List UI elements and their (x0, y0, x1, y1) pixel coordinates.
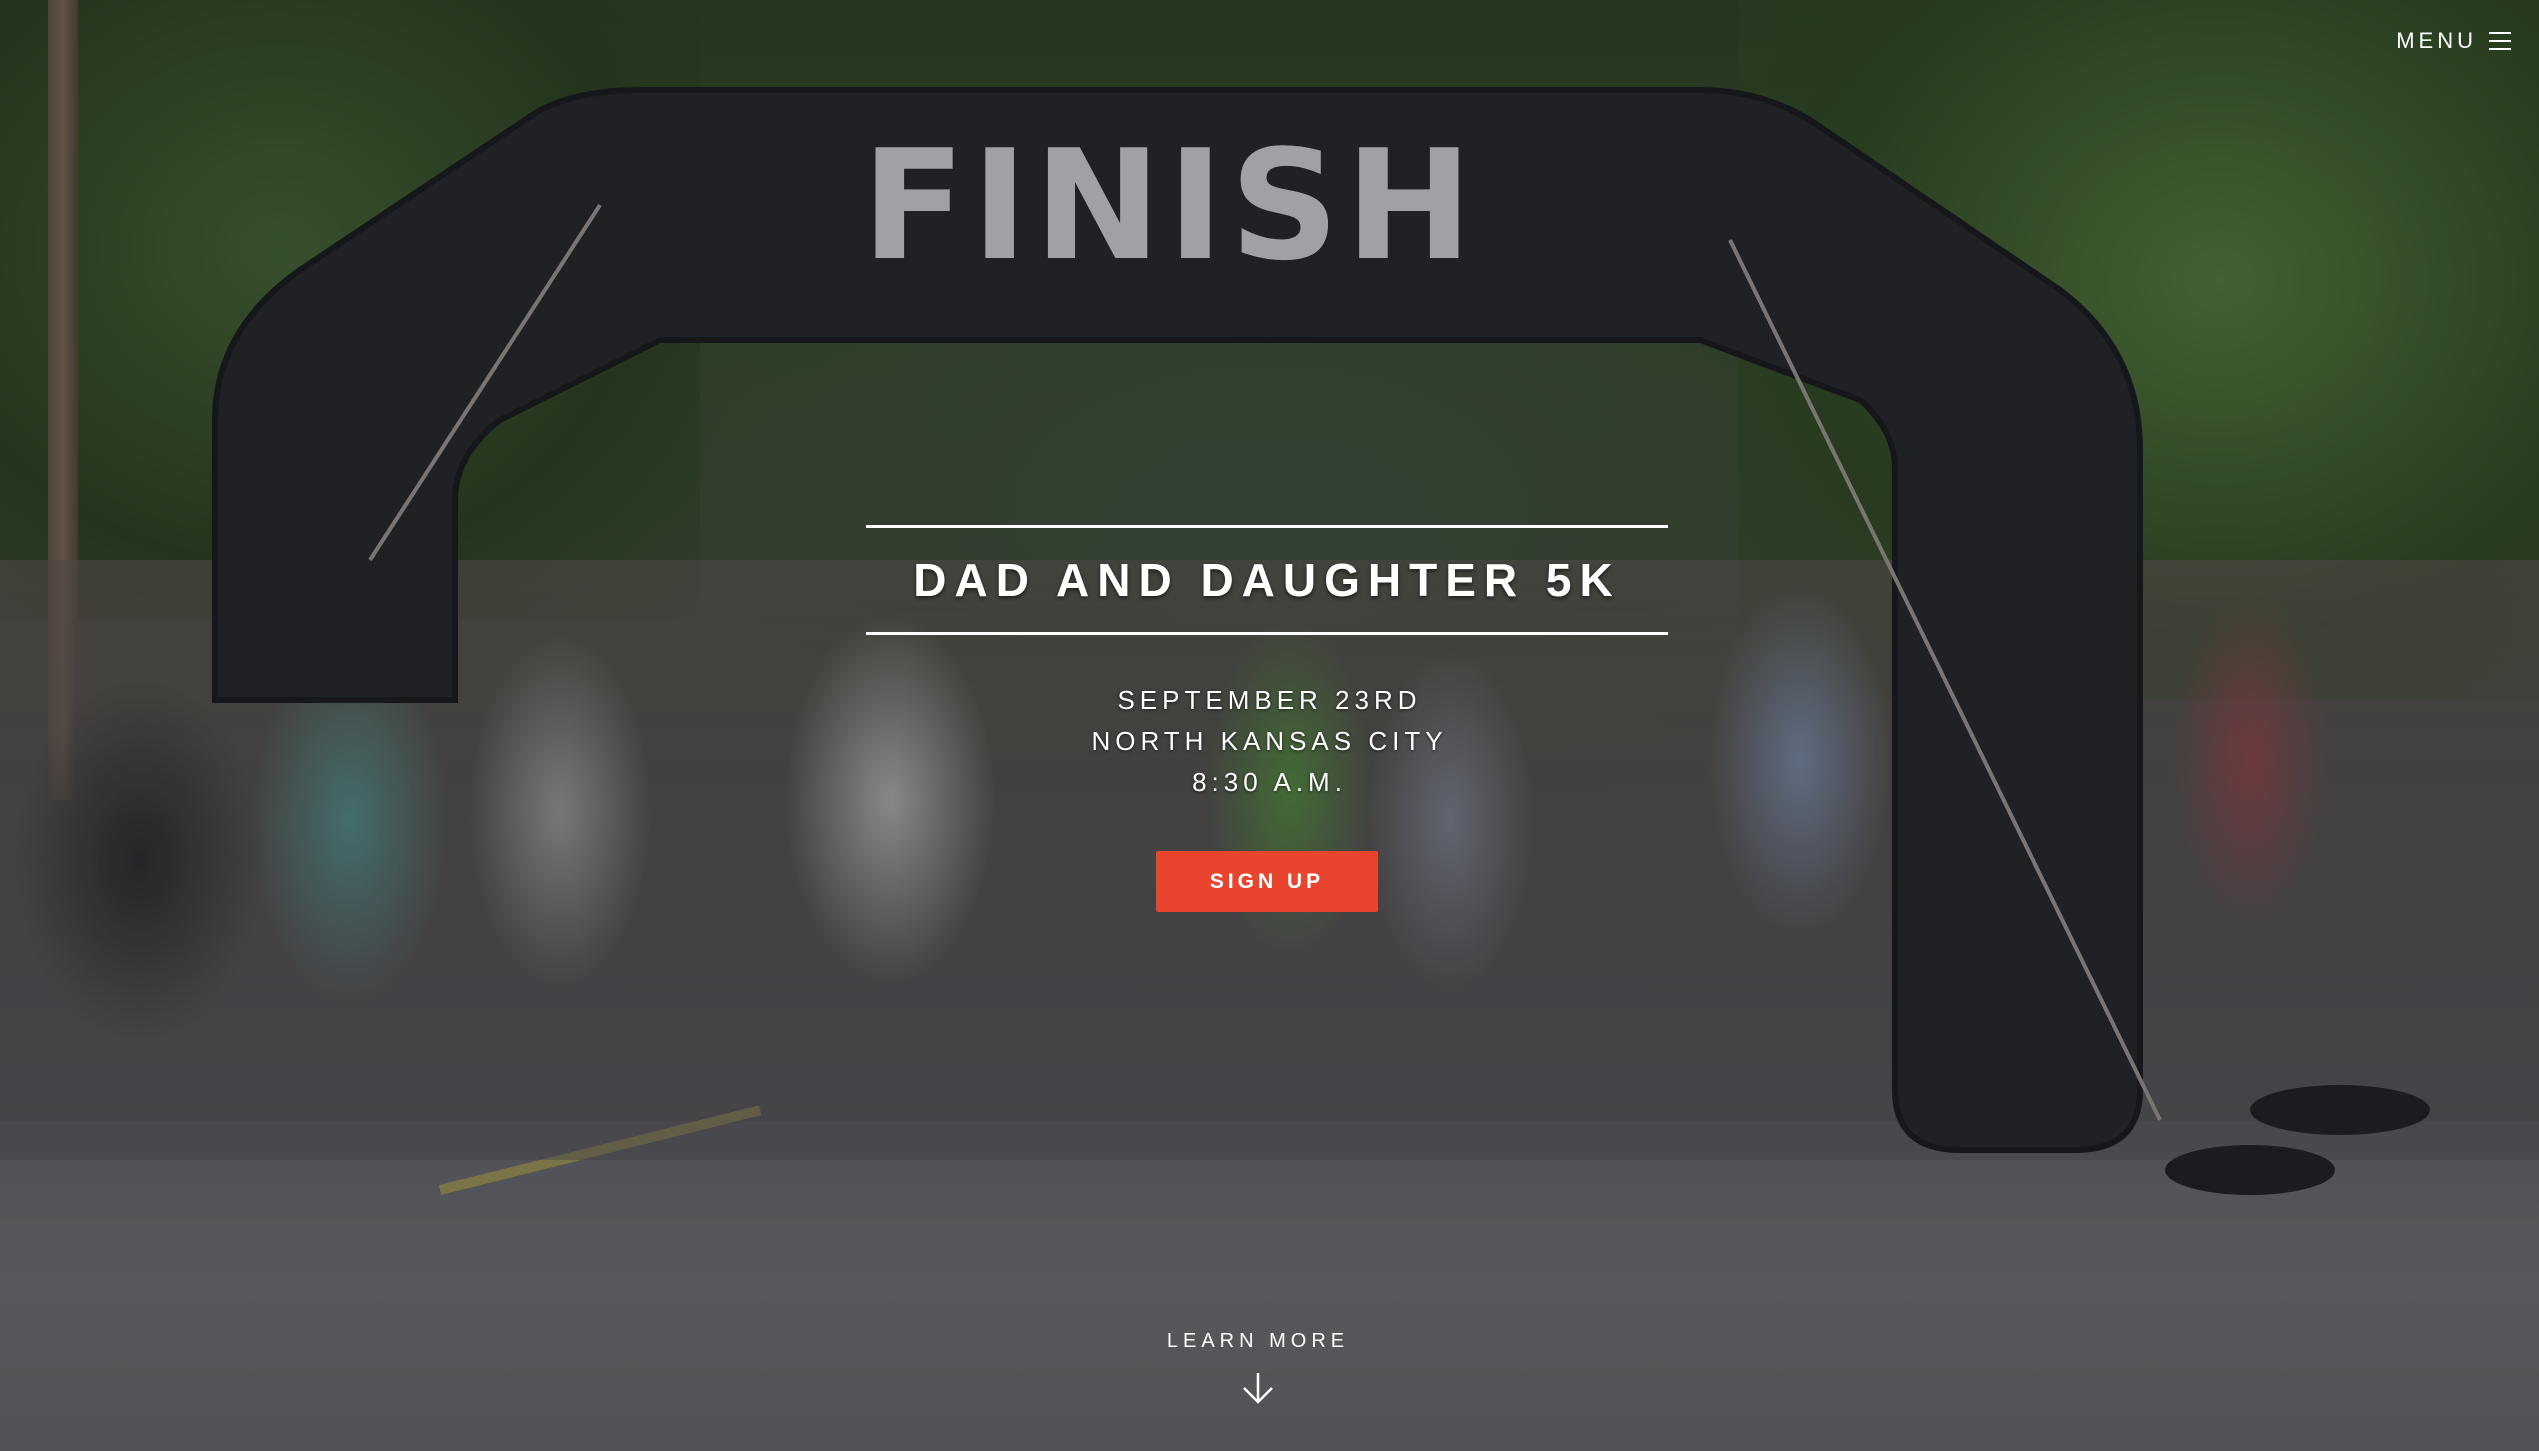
title-block: DAD AND DAUGHTER 5K (866, 525, 1668, 635)
sign-up-button[interactable]: SIGN UP (1156, 851, 1378, 912)
event-location: NORTH KANSAS CITY (1091, 726, 1448, 756)
menu-button[interactable]: MENU (2396, 28, 2511, 54)
learn-more-label: LEARN MORE (1166, 1330, 1350, 1352)
arrow-down-icon[interactable] (1108, 1371, 1408, 1405)
hero-section: FINISH MENU DAD AND DAUGHTER 5K SEPTEMBE… (0, 0, 2539, 1451)
learn-more-link[interactable]: LEARN MORE (1108, 1330, 1408, 1405)
event-time: 8:30 A.M. (1192, 767, 1347, 797)
event-details: SEPTEMBER 23RD NORTH KANSAS CITY 8:30 A.… (0, 680, 2539, 803)
menu-label: MENU (2396, 28, 2477, 53)
hamburger-icon (2489, 32, 2511, 50)
page-title: DAD AND DAUGHTER 5K (913, 554, 1621, 606)
event-date: SEPTEMBER 23RD (1117, 685, 1422, 715)
